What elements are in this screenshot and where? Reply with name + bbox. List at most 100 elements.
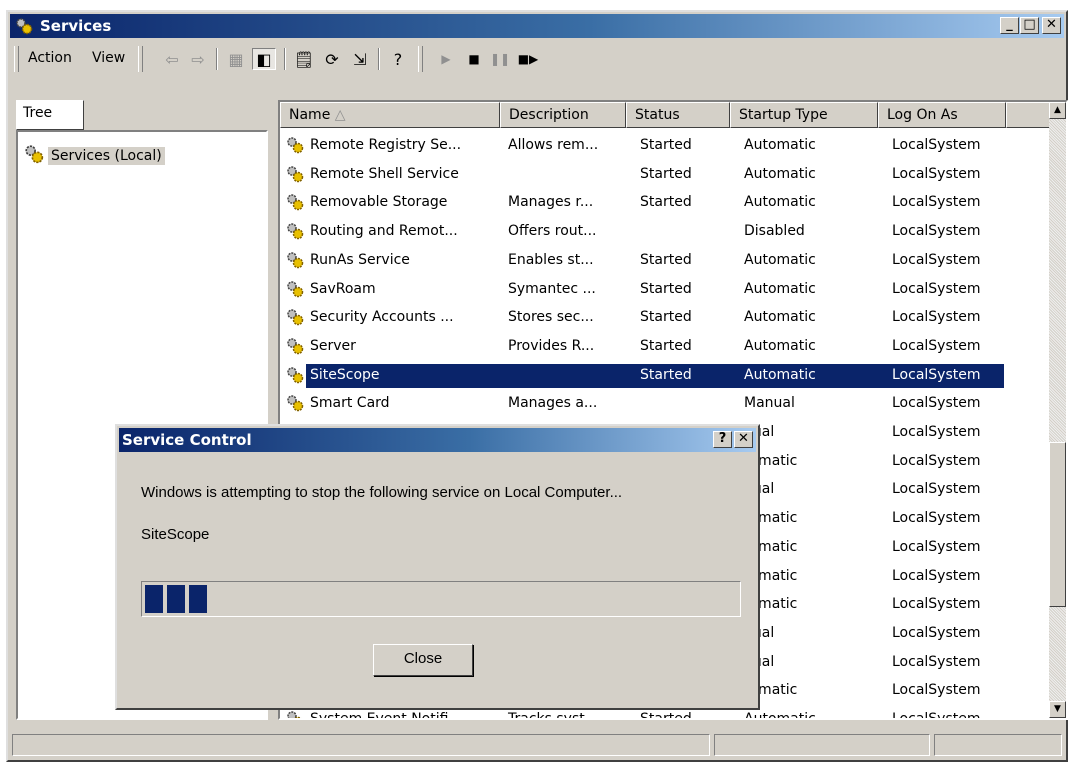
service-gears-icon — [286, 394, 304, 416]
table-row[interactable]: RunAs Service Enables st... Started Automat… — [280, 247, 1006, 275]
cell-status: Started — [640, 366, 692, 383]
toolbar-grip[interactable] — [138, 46, 143, 72]
cell-name: SiteScope — [310, 366, 380, 383]
cell-logon: LocalSystem — [892, 596, 981, 613]
column-header-name[interactable]: Name △ — [280, 102, 500, 128]
cell-status: Started — [640, 194, 692, 211]
cell-startup: Automatic — [744, 337, 816, 354]
status-panel — [12, 734, 710, 756]
maximize-button[interactable]: □ — [1020, 17, 1039, 34]
cell-name: SavRoam — [310, 280, 376, 297]
toolbar-grip[interactable] — [418, 46, 423, 72]
table-row[interactable]: Remote Shell Service Started Automatic Loca… — [280, 161, 1006, 189]
cell-logon: LocalSystem — [892, 624, 981, 641]
dialog-title-bar[interactable]: Service Control ? ✕ — [119, 428, 756, 452]
table-row[interactable]: Security Accounts ... Stores sec... Starte… — [280, 304, 1006, 332]
cell-status: Started — [640, 711, 692, 720]
service-gears-icon — [286, 308, 304, 330]
cell-logon: LocalSystem — [892, 137, 981, 153]
menu-action[interactable]: Action — [28, 50, 72, 66]
tree-item-services-local[interactable]: Services (Local) — [24, 144, 165, 168]
scroll-down-icon[interactable]: ▼ — [1049, 701, 1066, 718]
table-row[interactable]: Removable Storage Manages r... Started Auto… — [280, 189, 1006, 217]
back-arrow-icon[interactable]: ⇦ — [160, 48, 184, 70]
cell-startup: Automatic — [744, 251, 816, 268]
cell-name: Routing and Remot... — [310, 223, 458, 240]
export-list-icon[interactable]: ⇲ — [348, 48, 372, 70]
cell-startup: Automatic — [744, 137, 816, 153]
help-button[interactable]: ? — [713, 431, 732, 448]
tab-tree[interactable]: Tree — [16, 100, 84, 130]
start-service-icon[interactable]: ▶ — [434, 48, 458, 70]
service-gears-icon — [286, 280, 304, 302]
table-row[interactable]: Remote Registry Se... Allows rem... Starte… — [280, 132, 1006, 160]
table-row[interactable]: SiteScope Started Automatic LocalSystem — [280, 362, 1006, 390]
status-panel — [934, 734, 1062, 756]
table-row[interactable]: Smart Card Manages a... Manual LocalSystem — [280, 390, 1006, 418]
properties-icon[interactable]: 🗒 — [292, 48, 316, 70]
cell-desc: Enables st... — [508, 251, 594, 268]
cell-desc: Provides R... — [508, 337, 595, 354]
refresh-icon[interactable]: ⟳ — [320, 48, 344, 70]
column-header-blank — [1006, 102, 1053, 128]
cell-startup: Automatic — [744, 711, 816, 720]
close-button[interactable]: Close — [373, 644, 473, 676]
menu-view[interactable]: View — [92, 50, 125, 66]
progress-block — [167, 585, 185, 613]
cell-logon: LocalSystem — [892, 424, 981, 440]
service-control-dialog: Service Control ? ✕ Windows is attemptin… — [115, 424, 760, 710]
scroll-thumb[interactable] — [1049, 442, 1066, 607]
forward-arrow-icon[interactable]: ⇨ — [186, 48, 210, 70]
column-header-status[interactable]: Status — [626, 102, 730, 128]
cell-startup: Automatic — [744, 280, 816, 297]
status-bar — [10, 730, 1064, 758]
table-row[interactable]: Routing and Remot... Offers rout... Disabl… — [280, 218, 1006, 246]
column-header-log-on-as[interactable]: Log On As — [878, 102, 1006, 128]
window-title: Services — [40, 17, 112, 35]
scroll-up-icon[interactable]: ▲ — [1049, 102, 1066, 119]
cell-status: Started — [640, 280, 692, 297]
column-header-startup-type[interactable]: Startup Type — [730, 102, 878, 128]
service-gears-icon — [286, 710, 304, 718]
show-tree-icon[interactable]: ◧ — [252, 48, 276, 70]
cell-startup: Automatic — [744, 194, 816, 211]
cell-startup: Automatic — [744, 366, 816, 383]
cell-name: Security Accounts ... — [310, 309, 454, 326]
cell-logon: LocalSystem — [892, 452, 981, 469]
cell-logon: LocalSystem — [892, 682, 981, 699]
title-bar[interactable]: Services _ □ ✕ — [10, 14, 1064, 38]
restart-service-icon[interactable]: ■▶ — [516, 48, 540, 70]
column-header-description[interactable]: Description — [500, 102, 626, 128]
dialog-service-name: SiteScope — [141, 526, 210, 543]
cell-status: Started — [640, 165, 692, 182]
service-gears-icon — [286, 136, 304, 158]
table-row[interactable]: Server Provides R... Started Automatic Local… — [280, 333, 1006, 361]
pause-service-icon[interactable]: ❚❚ — [488, 48, 512, 70]
stop-service-icon[interactable]: ■ — [462, 48, 486, 70]
toolbar-grip[interactable] — [14, 46, 19, 72]
close-dialog-button[interactable]: ✕ — [734, 431, 753, 448]
cell-startup: Manual — [744, 395, 795, 412]
service-gears-icon — [286, 251, 304, 273]
up-folder-icon[interactable]: ▦ — [224, 48, 248, 70]
cell-logon: LocalSystem — [892, 223, 981, 240]
cell-desc: Offers rout... — [508, 223, 597, 240]
toolbar: Action View ⇦ ⇨ ▦ ◧ 🗒 ⟳ ⇲ ? ▶ ■ ❚❚ ■▶ — [10, 42, 1064, 76]
help-icon[interactable]: ? — [386, 48, 410, 70]
minimize-button[interactable]: _ — [1000, 17, 1019, 34]
table-row[interactable]: SavRoam Symantec ... Started Automatic Local… — [280, 276, 1006, 304]
cell-logon: LocalSystem — [892, 395, 981, 412]
cell-name: Remote Shell Service — [310, 165, 459, 182]
vertical-scrollbar[interactable]: ▲ ▼ — [1049, 102, 1066, 718]
cell-name: Server — [310, 337, 356, 354]
service-gears-icon — [286, 193, 304, 215]
cell-desc: Manages a... — [508, 395, 598, 412]
sort-ascending-icon: △ — [334, 107, 346, 123]
service-gears-icon — [286, 165, 304, 187]
cell-startup: Disabled — [744, 223, 805, 240]
cell-startup: Automatic — [744, 309, 816, 326]
cell-logon: LocalSystem — [892, 280, 981, 297]
cell-logon: LocalSystem — [892, 337, 981, 354]
close-window-button[interactable]: ✕ — [1042, 17, 1061, 34]
toolbar-separator — [378, 48, 380, 70]
